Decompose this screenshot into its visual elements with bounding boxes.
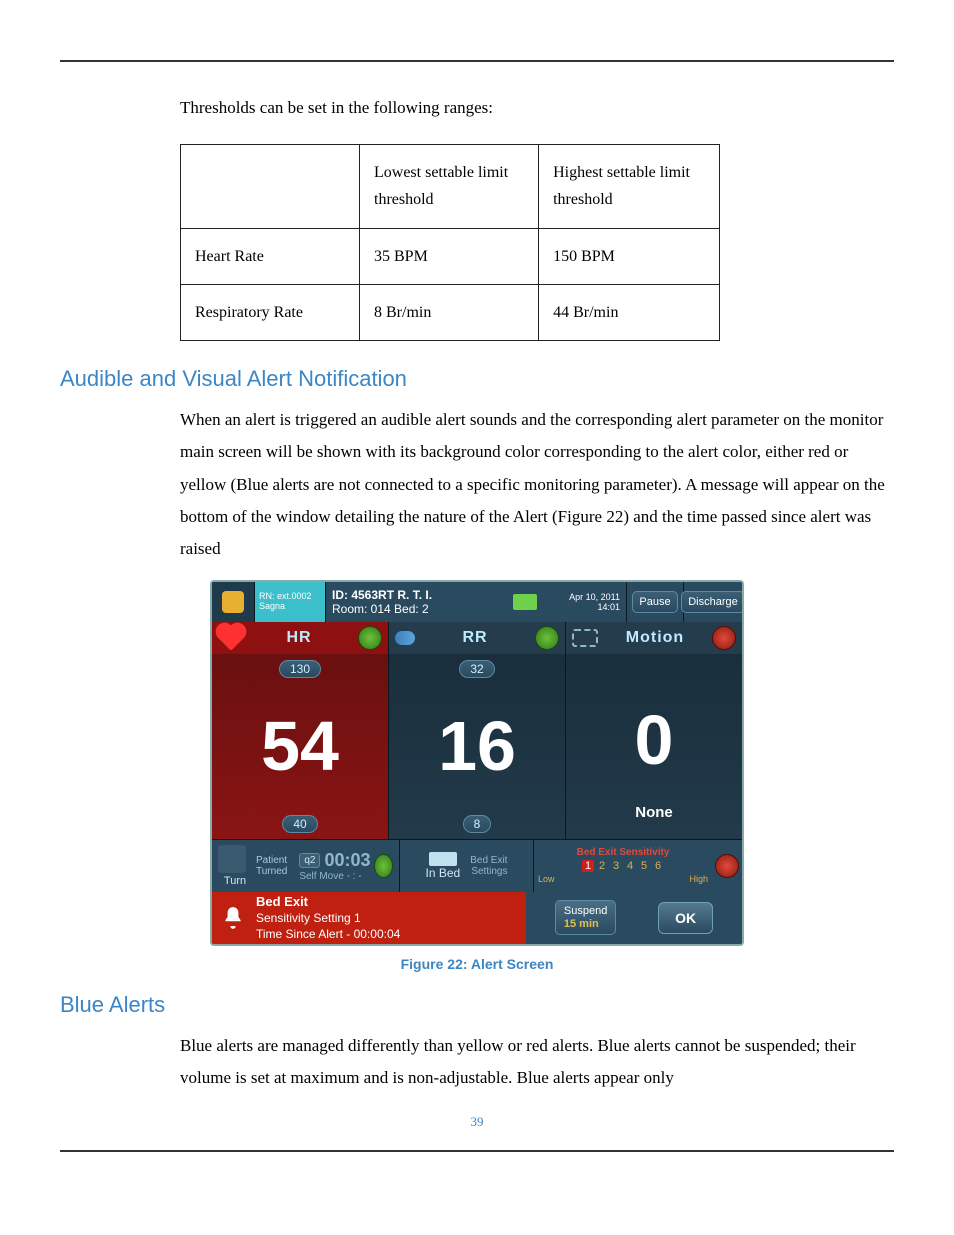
motion-status: None bbox=[635, 804, 673, 821]
dial-icon[interactable] bbox=[535, 626, 559, 650]
turned-label: Turned bbox=[256, 866, 287, 877]
heading-audible-visual: Audible and Visual Alert Notification bbox=[60, 366, 894, 392]
cell: Heart Rate bbox=[181, 228, 360, 284]
rr-label: RR bbox=[415, 629, 535, 647]
rr-header: RR bbox=[389, 622, 566, 654]
self-move: Self Move - : - bbox=[299, 871, 361, 882]
para-blue-alerts: Blue alerts are managed differently than… bbox=[180, 1030, 894, 1095]
table-row: Respiratory Rate 8 Br/min 44 Br/min bbox=[181, 284, 720, 340]
dial-icon[interactable] bbox=[358, 626, 382, 650]
clipboard-icon[interactable] bbox=[212, 582, 255, 622]
date: Apr 10, 2011 bbox=[569, 592, 620, 602]
rr-upper-limit[interactable]: 32 bbox=[459, 660, 494, 678]
hr-lower-limit[interactable]: 40 bbox=[282, 815, 317, 833]
suspend-button[interactable]: Suspend 15 min bbox=[555, 900, 616, 934]
dial-icon[interactable] bbox=[712, 626, 736, 650]
motion-cell: 0 None bbox=[566, 654, 742, 839]
cell: Highest settable limit threshold bbox=[539, 145, 720, 228]
alert-bar: Bed Exit Sensitivity Setting 1 Time Sinc… bbox=[212, 892, 742, 944]
cell: 8 Br/min bbox=[360, 284, 539, 340]
cell: 150 BPM bbox=[539, 228, 720, 284]
alert-line2: Sensitivity Setting 1 bbox=[256, 910, 400, 926]
dial-icon[interactable] bbox=[715, 854, 739, 878]
hr-upper-limit[interactable]: 130 bbox=[279, 660, 321, 678]
date-time: Apr 10, 2011 14:01 bbox=[545, 582, 626, 622]
posture-row: Turn Patient Turned q2 00:03 Self Move -… bbox=[212, 839, 742, 892]
patient-label: Patient bbox=[256, 855, 287, 866]
motion-label: Motion bbox=[598, 629, 712, 647]
table-row: Lowest settable limit threshold Highest … bbox=[181, 145, 720, 228]
patient-id-box: ID: 4563RT R. T. I. Room: 014 Bed: 2 bbox=[326, 582, 505, 622]
alert-actions: Suspend 15 min OK bbox=[526, 892, 742, 944]
room-bed: Room: 014 Bed: 2 bbox=[332, 602, 505, 616]
in-bed-box[interactable]: In Bed Bed Exit Settings bbox=[400, 840, 534, 892]
sens-high: High bbox=[689, 874, 708, 884]
in-bed-label: In Bed bbox=[426, 866, 461, 880]
alert-message: Bed Exit Sensitivity Setting 1 Time Sinc… bbox=[212, 892, 526, 944]
ok-button[interactable]: OK bbox=[658, 902, 713, 934]
cell: 44 Br/min bbox=[539, 284, 720, 340]
metrics-row: 130 54 40 32 16 8 0 None bbox=[212, 654, 742, 839]
turn-icon bbox=[218, 845, 246, 873]
alert-line1: Bed Exit bbox=[256, 893, 400, 911]
patient-id: ID: 4563RT R. T. I. bbox=[332, 588, 505, 602]
turn-box[interactable]: Turn Patient Turned q2 00:03 Self Move -… bbox=[212, 840, 400, 892]
lungs-icon bbox=[395, 631, 415, 645]
sensitivity-scale: 1 2 3 4 5 6 bbox=[582, 860, 664, 872]
hr-label: HR bbox=[240, 629, 358, 647]
top-rule bbox=[60, 60, 894, 62]
turn-label: Turn bbox=[224, 875, 246, 887]
intro-text: Thresholds can be set in the following r… bbox=[180, 92, 894, 124]
turn-timer: 00:03 bbox=[324, 850, 370, 871]
hr-value: 54 bbox=[261, 684, 339, 809]
cell: Respiratory Rate bbox=[181, 284, 360, 340]
alert-line3: Time Since Alert - 00:00:04 bbox=[256, 926, 400, 942]
hr-header: HR bbox=[212, 622, 389, 654]
signal-icon bbox=[505, 582, 545, 622]
bed-exit-label: Bed Exit bbox=[470, 855, 507, 866]
discharge-button[interactable]: Discharge bbox=[683, 582, 742, 622]
figure-caption: Figure 22: Alert Screen bbox=[60, 956, 894, 972]
pause-button[interactable]: Pause bbox=[626, 582, 683, 622]
rn-line2: Sagna bbox=[259, 602, 321, 612]
rn-box[interactable]: RN: ext.0002 Sagna bbox=[255, 582, 326, 622]
cell bbox=[181, 145, 360, 228]
motion-header: Motion bbox=[566, 622, 742, 654]
table-row: Heart Rate 35 BPM 150 BPM bbox=[181, 228, 720, 284]
dial-icon[interactable] bbox=[374, 854, 393, 878]
metric-headers: HR RR Motion bbox=[212, 622, 742, 654]
hr-cell: 130 54 40 bbox=[212, 654, 389, 839]
time: 14:01 bbox=[597, 602, 620, 612]
rr-value: 16 bbox=[438, 684, 516, 809]
alert-screen-figure: RN: ext.0002 Sagna ID: 4563RT R. T. I. R… bbox=[210, 580, 744, 946]
sensitivity-box[interactable]: Bed Exit Sensitivity 1 2 3 4 5 6 Low Hig… bbox=[534, 840, 712, 892]
rr-cell: 32 16 8 bbox=[389, 654, 566, 839]
bottom-rule bbox=[60, 1150, 894, 1152]
page-number: 39 bbox=[60, 1114, 894, 1130]
q2-badge: q2 bbox=[299, 853, 320, 868]
motion-value: 0 bbox=[635, 676, 674, 804]
cell: Lowest settable limit threshold bbox=[360, 145, 539, 228]
bell-icon bbox=[220, 905, 246, 931]
motion-icon bbox=[572, 629, 598, 647]
sens-low: Low bbox=[538, 874, 555, 884]
heading-blue-alerts: Blue Alerts bbox=[60, 992, 894, 1018]
sensitivity-title: Bed Exit Sensitivity bbox=[577, 847, 670, 858]
topbar: RN: ext.0002 Sagna ID: 4563RT R. T. I. R… bbox=[212, 582, 742, 622]
cell: 35 BPM bbox=[360, 228, 539, 284]
rr-lower-limit[interactable]: 8 bbox=[463, 815, 492, 833]
bed-exit-settings-label: Settings bbox=[470, 866, 507, 877]
threshold-table: Lowest settable limit threshold Highest … bbox=[180, 144, 720, 341]
para-audible-visual: When an alert is triggered an audible al… bbox=[180, 404, 894, 565]
bed-icon bbox=[429, 852, 457, 866]
